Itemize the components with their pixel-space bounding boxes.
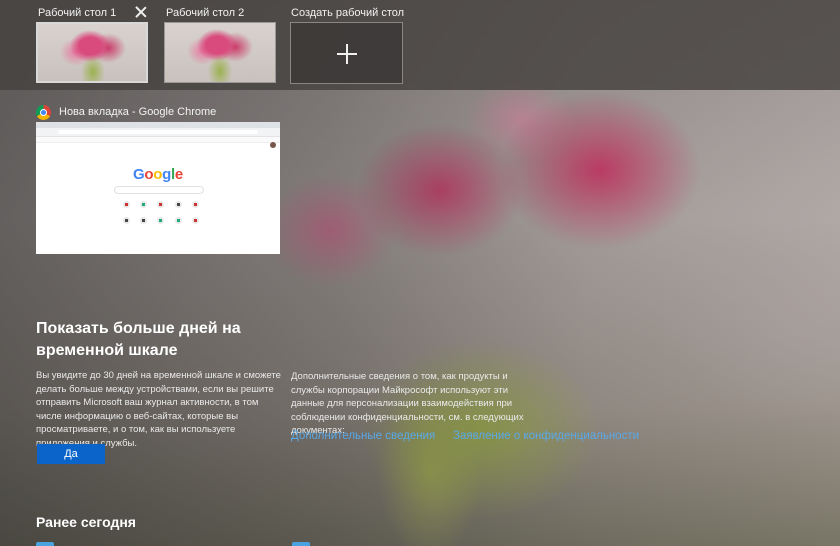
privacy-info-text: Дополнительные сведения о том, как проду… <box>291 371 524 436</box>
shortcut-tile <box>174 201 182 208</box>
timeline-banner-title: Показать больше дней на временной шкале <box>36 320 241 359</box>
window-title: Нова вкладка - Google Chrome <box>59 106 217 118</box>
shortcut-tile <box>140 217 148 224</box>
shortcut-tile <box>123 217 131 224</box>
section-heading-earlier-today: Ранее сегодня <box>36 514 136 530</box>
preview-bookmarks-bar <box>36 137 280 143</box>
shortcut-tile <box>157 217 165 224</box>
privacy-statement-link[interactable]: Заявление о конфиденциальности <box>453 430 639 442</box>
new-desktop-label: Создать рабочий стол <box>291 7 405 19</box>
virtual-desktops-bar: Рабочий стол 1 Рабочий стол 2 Создать ра… <box>0 0 840 90</box>
shortcut-tile <box>174 217 182 224</box>
shortcut-tile <box>191 201 199 208</box>
preview-toolbar <box>36 128 280 137</box>
desktop-2-thumbnail[interactable] <box>164 22 276 83</box>
more-info-link[interactable]: Дополнительные сведения <box>291 430 435 442</box>
chrome-icon <box>36 104 51 120</box>
close-desktop-icon[interactable] <box>133 4 149 20</box>
window-preview-chrome[interactable]: Google <box>36 122 280 254</box>
desktop-2-label: Рабочий стол 2 <box>166 7 245 19</box>
google-logo: Google <box>133 166 183 183</box>
yes-button[interactable]: Да <box>37 444 105 464</box>
activity-card-stub[interactable] <box>36 542 54 546</box>
desktop-1-label: Рабочий стол 1 <box>38 7 117 19</box>
shortcut-tile <box>123 201 131 208</box>
preview-omnibox <box>58 130 258 134</box>
desktop-1-thumbnail[interactable] <box>36 22 148 83</box>
shortcut-tile <box>157 201 165 208</box>
activity-card-stub[interactable] <box>292 542 310 546</box>
preview-shortcut-tiles <box>118 201 204 224</box>
preview-avatar <box>270 142 276 148</box>
timeline-banner-body: Вы увидите до 30 дней на временной шкале… <box>36 370 281 449</box>
new-desktop-button[interactable] <box>290 22 403 84</box>
plus-icon <box>337 44 357 64</box>
window-title-bar[interactable]: Нова вкладка - Google Chrome <box>36 103 216 121</box>
shortcut-tile <box>140 201 148 208</box>
preview-search-box <box>114 186 204 194</box>
shortcut-tile <box>191 217 199 224</box>
